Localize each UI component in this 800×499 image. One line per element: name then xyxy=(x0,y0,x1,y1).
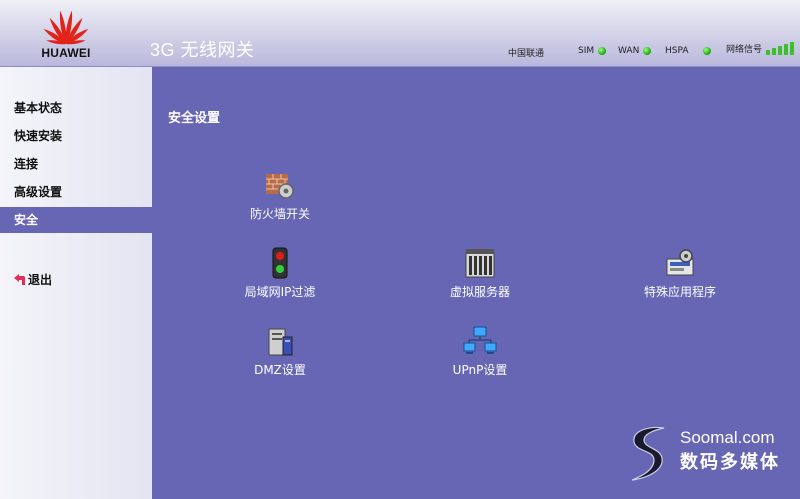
tile-lan-ip-filter-label: 局域网IP过滤 xyxy=(244,285,316,299)
signal-bar xyxy=(790,42,795,55)
tile-special-app[interactable]: 特殊应用程序 xyxy=(610,247,750,300)
sim-label: SIM xyxy=(578,46,595,56)
watermark-site: Soomal.com xyxy=(680,428,775,447)
app-title: 3G 无线网关 xyxy=(150,40,255,60)
tile-upnp-label: UPnP设置 xyxy=(452,363,508,377)
watermark: Soomal.com 数码多媒体 xyxy=(624,424,794,484)
signal-bar xyxy=(784,44,789,55)
brand-name: HUAWEI xyxy=(41,46,91,60)
signal-bars-icon xyxy=(766,42,795,55)
carrier-status: 中国联通 xyxy=(508,46,544,59)
sidebar-item-basic-status[interactable]: 基本状态 xyxy=(0,95,152,121)
tile-lan-ip-filter[interactable]: 局域网IP过滤 xyxy=(210,247,350,300)
carrier-label: 中国联通 xyxy=(508,49,545,59)
signal-bar xyxy=(772,48,777,55)
special-app-icon xyxy=(666,249,694,276)
signal-bar xyxy=(778,46,783,55)
signal-label: 网络信号 xyxy=(726,45,763,55)
sidebar-item-quick-setup[interactable]: 快速安装 xyxy=(0,123,152,149)
tile-dmz-label: DMZ设置 xyxy=(254,363,306,377)
huawei-logo: HUAWEI xyxy=(28,6,104,60)
hspa-led-icon xyxy=(702,47,711,55)
firewall-icon xyxy=(266,174,294,199)
logout-link[interactable]: 退出 xyxy=(14,271,52,288)
watermark-tagline: 数码多媒体 xyxy=(680,452,780,473)
traffic-light-icon xyxy=(272,247,288,279)
network-computers-icon xyxy=(463,326,497,354)
dmz-server-icon xyxy=(268,328,293,356)
tile-virtual-server-label: 虚拟服务器 xyxy=(449,285,510,299)
server-rack-icon xyxy=(465,249,495,278)
signal-status: 网络信号 xyxy=(726,42,795,55)
page-title: 安全设置 xyxy=(168,111,221,126)
soomal-s-logo-icon xyxy=(631,426,665,481)
tile-upnp[interactable]: UPnP设置 xyxy=(410,325,550,378)
tile-firewall[interactable]: 防火墙开关 xyxy=(210,171,350,222)
wan-led-icon xyxy=(643,47,652,55)
huawei-petals-icon xyxy=(43,10,89,45)
sidebar-item-advanced[interactable]: 高级设置 xyxy=(0,179,152,205)
logout-label: 退出 xyxy=(28,273,53,287)
logout-arrow-icon xyxy=(14,273,25,285)
tile-virtual-server[interactable]: 虚拟服务器 xyxy=(410,247,550,300)
signal-bar xyxy=(766,50,771,55)
header-bar: HUAWEI 3G 无线网关 中国联通 SIM WAN HSPA 网络信号 xyxy=(0,0,800,67)
wan-label: WAN xyxy=(618,46,640,56)
hspa-label: HSPA xyxy=(665,46,689,56)
sidebar-item-security[interactable]: 安全 xyxy=(0,207,152,233)
sidebar-item-connection[interactable]: 连接 xyxy=(0,151,152,177)
hspa-status: HSPA xyxy=(665,46,711,56)
wan-status: WAN xyxy=(618,46,652,56)
tile-firewall-label: 防火墙开关 xyxy=(249,207,310,221)
sidebar: 基本状态 快速安装 连接 高级设置 安全 退出 xyxy=(0,67,152,499)
sim-led-icon xyxy=(598,47,607,55)
tile-dmz[interactable]: DMZ设置 xyxy=(210,325,350,378)
tile-special-app-label: 特殊应用程序 xyxy=(643,285,716,299)
sim-status: SIM xyxy=(578,46,607,56)
